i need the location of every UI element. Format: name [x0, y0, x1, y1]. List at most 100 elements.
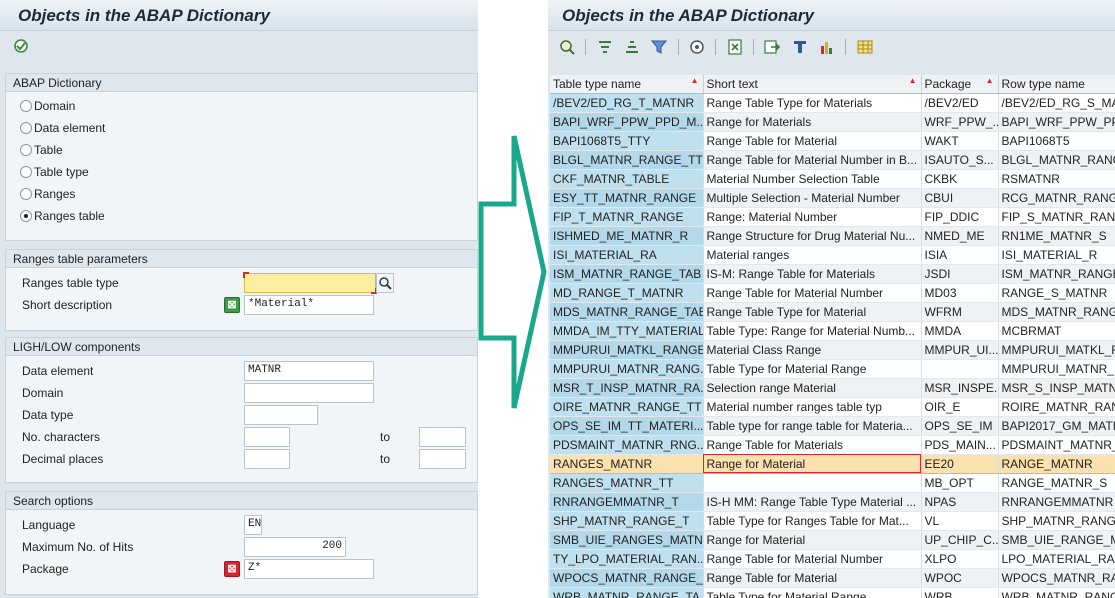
- cell-short-text[interactable]: Range Table for Material Number: [703, 283, 922, 303]
- cell-table-type-name[interactable]: MMDA_IM_TTY_MATERIAL: [550, 321, 704, 341]
- cell-row-type-name[interactable]: WRB_MATNR_RANG: [998, 587, 1115, 598]
- cell-row-type-name[interactable]: ROIRE_MATNR_RAN: [998, 397, 1115, 417]
- cell-table-type-name[interactable]: MD_RANGE_T_MATNR: [550, 283, 704, 303]
- radio-button[interactable]: [20, 165, 32, 178]
- cell-table-type-name[interactable]: OPS_SE_IM_TT_MATERI...: [550, 416, 704, 436]
- table-row[interactable]: MSR_T_INSP_MATNR_RA... Selection range Ma…: [550, 378, 1115, 398]
- multiple-selection-icon[interactable]: ⊠: [224, 561, 240, 577]
- cell-short-text[interactable]: Table Type: Range for Material Numb...: [703, 321, 922, 341]
- cell-package[interactable]: XLPO: [921, 549, 999, 569]
- cell-row-type-name[interactable]: RANGE_S_MATNR: [998, 283, 1115, 303]
- cell-short-text[interactable]: IS-H MM: Range Table Type Material ...: [703, 492, 922, 512]
- details-icon[interactable]: [558, 38, 576, 56]
- cell-package[interactable]: VL: [921, 511, 999, 531]
- column-header-table-type[interactable]: Table type name ▲: [550, 75, 704, 94]
- sort-descending-icon[interactable]: [623, 38, 641, 56]
- cell-table-type-name[interactable]: ESY_TT_MATNR_RANGE: [550, 188, 704, 208]
- cell-table-type-name[interactable]: ISI_MATERIAL_RA: [550, 245, 704, 265]
- cell-short-text[interactable]: Table Type for Material Range: [703, 587, 922, 598]
- cell-row-type-name[interactable]: MSR_S_INSP_MATNI: [998, 378, 1115, 398]
- cell-row-type-name[interactable]: FIP_S_MATNR_RANG: [998, 207, 1115, 227]
- cell-row-type-name[interactable]: BAPI_WRF_PPW_PP: [998, 112, 1115, 132]
- cell-short-text[interactable]: Material number ranges table typ: [703, 397, 922, 417]
- cell-package[interactable]: /BEV2/ED: [921, 93, 999, 113]
- cell-short-text[interactable]: Table Type for Ranges Table for Mat...: [703, 511, 922, 531]
- column-header-package[interactable]: Package ▲: [921, 75, 999, 94]
- cell-package[interactable]: ISAUTO_S...: [921, 150, 999, 170]
- cell-package[interactable]: EE20: [921, 453, 999, 474]
- column-header-row-type[interactable]: Row type name: [998, 75, 1115, 94]
- cell-table-type-name[interactable]: FIP_T_MATNR_RANGE: [550, 207, 704, 227]
- cell-table-type-name[interactable]: MDS_MATNR_RANGE_TAB: [550, 302, 704, 322]
- radio-table[interactable]: Table: [20, 142, 63, 160]
- cell-table-type-name[interactable]: RANGES_MATNR_TT: [550, 473, 704, 493]
- radio-button-selected[interactable]: [20, 209, 32, 222]
- cell-table-type-name[interactable]: BLGL_MATNR_RANGE_TT: [550, 150, 704, 170]
- cell-short-text[interactable]: Table type for range table for Materia..…: [703, 416, 922, 436]
- cell-row-type-name[interactable]: ISM_MATNR_RANGE: [998, 264, 1115, 284]
- table-row[interactable]: WRB_MATNR_RANGE_TA... Table Type for Mate…: [550, 587, 1115, 598]
- cell-table-type-name[interactable]: PDSMAINT_MATNR_RNG...: [550, 435, 704, 455]
- table-row[interactable]: PDSMAINT_MATNR_RNG... Range Table for Mat…: [550, 435, 1115, 455]
- decimal-places-to-input[interactable]: [419, 449, 466, 469]
- radio-button[interactable]: [20, 143, 32, 156]
- cell-table-type-name[interactable]: BAPI_WRF_PPW_PPD_M...: [550, 112, 704, 132]
- radio-data-element[interactable]: Data element: [20, 120, 105, 138]
- cell-row-type-name[interactable]: LPO_MATERIAL_RAN: [998, 549, 1115, 569]
- cell-row-type-name[interactable]: RN1ME_MATNR_S: [998, 226, 1115, 246]
- cell-table-type-name[interactable]: MMPURUI_MATNR_RANG...: [550, 359, 704, 379]
- cell-short-text[interactable]: Material Class Range: [703, 340, 922, 360]
- cell-table-type-name[interactable]: CKF_MATNR_TABLE: [550, 169, 704, 189]
- layout-icon[interactable]: [791, 38, 809, 56]
- cell-short-text[interactable]: Selection range Material: [703, 378, 922, 398]
- execute-icon[interactable]: [12, 37, 30, 55]
- package-input[interactable]: Z*: [244, 559, 374, 579]
- cell-row-type-name[interactable]: SHP_MATNR_RANGE: [998, 511, 1115, 531]
- cell-package[interactable]: WAKT: [921, 131, 999, 151]
- cell-short-text[interactable]: Range for Material: [703, 453, 922, 474]
- cell-package[interactable]: MB_OPT: [921, 473, 999, 493]
- cell-row-type-name[interactable]: BAPI1068T5: [998, 131, 1115, 151]
- table-row[interactable]: BAPI1068T5_TTY Range Table for Material WA…: [550, 131, 1115, 151]
- cell-short-text[interactable]: Range Table for Material Number in B...: [703, 150, 922, 170]
- decimal-places-input[interactable]: [244, 449, 290, 469]
- column-header-short-text[interactable]: Short text ▲: [703, 75, 922, 94]
- table-row[interactable]: /BEV2/ED_RG_T_MATNR Range Table Type for …: [550, 93, 1115, 113]
- cell-package[interactable]: PDS_MAIN...: [921, 435, 999, 455]
- cell-row-type-name[interactable]: ISI_MATERIAL_R: [998, 245, 1115, 265]
- no-characters-input[interactable]: [244, 427, 290, 447]
- cell-table-type-name[interactable]: SMB_UIE_RANGES_MATNR: [550, 530, 704, 550]
- cell-row-type-name[interactable]: MCBRMAT: [998, 321, 1115, 341]
- multiple-selection-icon[interactable]: ⊠: [224, 297, 240, 313]
- table-row[interactable]: RANGES_MATNR Range for Material EE20 RANGE_…: [550, 453, 1115, 474]
- table-row[interactable]: MD_RANGE_T_MATNR Range Table for Material…: [550, 283, 1115, 303]
- cell-short-text[interactable]: Range Structure for Drug Material Nu...: [703, 226, 922, 246]
- cell-row-type-name[interactable]: /BEV2/ED_RG_S_MA: [998, 93, 1115, 113]
- table-row[interactable]: ISM_MATNR_RANGE_TAB IS-M: Range Table for…: [550, 264, 1115, 284]
- cell-short-text[interactable]: Range Table for Material Number: [703, 549, 922, 569]
- cell-package[interactable]: WFRM: [921, 302, 999, 322]
- ranges-type-input[interactable]: [243, 272, 377, 294]
- cell-short-text[interactable]: [703, 473, 922, 493]
- cell-package[interactable]: MMDA: [921, 321, 999, 341]
- cell-row-type-name[interactable]: BLGL_MATNR_RANG: [998, 150, 1115, 170]
- cell-short-text[interactable]: Range Table Type for Materials: [703, 93, 922, 113]
- cell-package[interactable]: ISIA: [921, 245, 999, 265]
- cell-table-type-name[interactable]: TY_LPO_MATERIAL_RAN...: [550, 549, 704, 569]
- cell-row-type-name[interactable]: MMPURUI_MATKL_R: [998, 340, 1115, 360]
- table-row[interactable]: ISI_MATERIAL_RA Material ranges ISIA ISI_MA…: [550, 245, 1115, 265]
- cell-table-type-name[interactable]: SHP_MATNR_RANGE_T: [550, 511, 704, 531]
- search-help-icon[interactable]: [376, 273, 394, 293]
- cell-row-type-name[interactable]: RANGE_MATNR_S: [998, 473, 1115, 493]
- max-hits-input[interactable]: 200: [244, 537, 346, 557]
- cell-package[interactable]: MMPUR_UI...: [921, 340, 999, 360]
- table-row[interactable]: FIP_T_MATNR_RANGE Range: Material Number F…: [550, 207, 1115, 227]
- cell-short-text[interactable]: Range Table for Material: [703, 131, 922, 151]
- cell-table-type-name[interactable]: MSR_T_INSP_MATNR_RA...: [550, 378, 704, 398]
- table-row[interactable]: SHP_MATNR_RANGE_T Table Type for Ranges T…: [550, 511, 1115, 531]
- export-icon[interactable]: [763, 38, 781, 56]
- data-element-input[interactable]: MATNR: [244, 361, 374, 381]
- table-row[interactable]: WPOCS_MATNR_RANGE_... Range Table for Mat…: [550, 568, 1115, 588]
- table-row[interactable]: SMB_UIE_RANGES_MATNR Range for Material UP…: [550, 530, 1115, 550]
- print-preview-icon[interactable]: [688, 38, 706, 56]
